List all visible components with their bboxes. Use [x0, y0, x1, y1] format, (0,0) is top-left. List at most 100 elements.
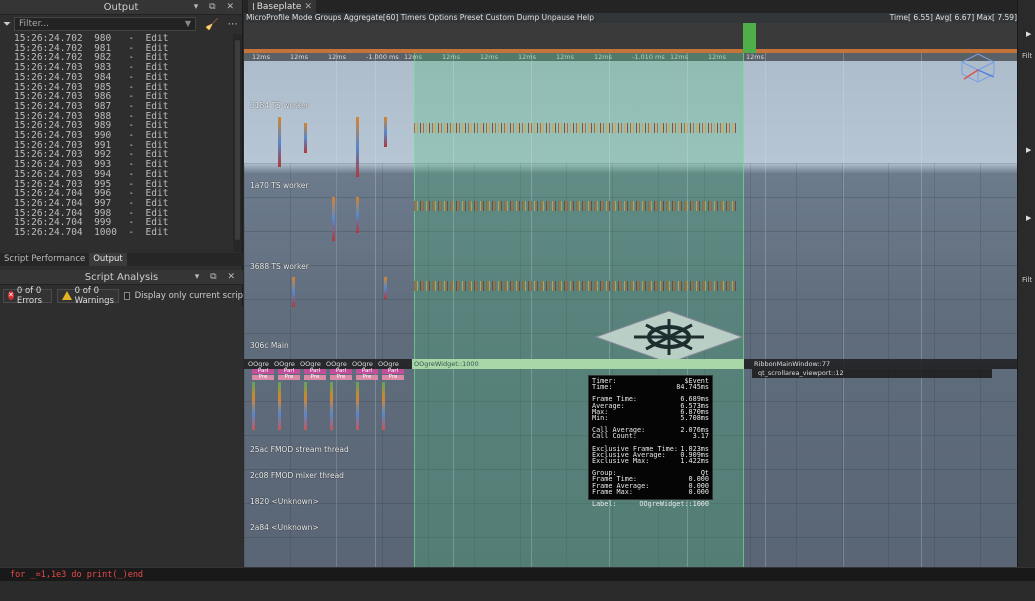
- tooltip-value: 84.745ms: [676, 383, 709, 392]
- tooltip-key: Exclusive Max:: [592, 457, 650, 466]
- filter-label: Filt: [1022, 276, 1033, 284]
- microprofile-menu[interactable]: MicroProfile Mode Groups Aggregate[60] T…: [244, 13, 1017, 23]
- timer-spike[interactable]: [356, 117, 359, 177]
- ogre-widget-bar[interactable]: OOgreWidget::1000: [412, 359, 744, 369]
- pre-marker: Pre: [252, 374, 274, 380]
- tooltip-value: OOgreWidget::1000: [639, 500, 709, 509]
- timeline-tick: 12ms: [290, 53, 308, 61]
- timer-spike[interactable]: [384, 117, 387, 147]
- output-panel-header: Output ▾ ⧉ ✕: [0, 0, 242, 15]
- errors-filter-button[interactable]: ✕ 0 of 0 Errors: [3, 285, 52, 306]
- chevron-down-icon[interactable]: ▼: [185, 18, 191, 30]
- frame-history-strip[interactable]: [244, 23, 1017, 53]
- panel-controls[interactable]: ▾ ⧉ ✕: [194, 0, 238, 15]
- thread-label: 306c Main: [250, 341, 289, 350]
- filter-icon[interactable]: ⏷: [3, 19, 11, 30]
- main-thread-bar[interactable]: OOgre OOgre OOgre OOgre OOgre OOgre OOgreWidg…: [244, 359, 1017, 378]
- timer-spike: [304, 382, 307, 430]
- thread-label: 2c08 FMOD mixer thread: [250, 471, 344, 480]
- filter-row: ⏷ Filter... ▼ 🧹 ⋯: [0, 15, 242, 33]
- grid-line: [765, 53, 766, 567]
- ogre-frame-block[interactable]: Parl Pre: [252, 368, 274, 430]
- timer-spike[interactable]: [332, 197, 335, 241]
- expand-arrow-icon[interactable]: ▶: [1026, 214, 1031, 222]
- thread-label: 1820 <Unknown>: [250, 497, 319, 506]
- panel-controls[interactable]: ▾ ⧉ ✕: [195, 270, 239, 285]
- expand-arrow-icon[interactable]: ▶: [1026, 146, 1031, 154]
- tooltip-value: 5.708ms: [680, 414, 709, 423]
- tooltip-value: 0.000: [688, 487, 709, 496]
- filter-placeholder: Filter...: [19, 19, 50, 29]
- tooltip-value: 1.422ms: [680, 457, 709, 466]
- script-analysis-body: [0, 306, 243, 567]
- grid-line: [921, 53, 922, 567]
- errors-label: 0 of 0 Errors: [16, 285, 43, 306]
- tab-baseplate[interactable]: Baseplate ✕: [248, 0, 316, 13]
- timer-spike[interactable]: [292, 277, 295, 307]
- selected-frame-marker[interactable]: [743, 23, 756, 53]
- thread-track[interactable]: [414, 201, 736, 211]
- close-icon[interactable]: ✕: [304, 2, 312, 12]
- expand-arrow-icon[interactable]: ▶: [1026, 30, 1031, 38]
- error-icon: ✕: [8, 291, 14, 300]
- timer-spike: [330, 382, 333, 430]
- tooltip-key: Min:: [592, 414, 609, 423]
- tooltip-key: Frame Max:: [592, 487, 633, 496]
- log-line: 15:26:24.704 1000 - Edit: [14, 227, 169, 239]
- thread-label: 25ac FMOD stream thread: [250, 445, 349, 454]
- ribbon-window-bar[interactable]: RibbonMainWindow::77: [748, 359, 830, 369]
- script-analysis-title: Script Analysis: [84, 272, 159, 283]
- frame-time-stats: Time[ 6.55] Avg[ 6.67] Max[ 7.59]: [889, 13, 1017, 22]
- scrollarea-bar[interactable]: qt_scrollarea_viewport::12: [752, 369, 992, 378]
- tooltip-key: Time:: [592, 383, 613, 392]
- game-viewport[interactable]: MicroProfile Mode Groups Aggregate[60] T…: [244, 13, 1017, 567]
- timeline-tick: 12ms: [252, 53, 270, 61]
- spawn-location-decal: [594, 310, 744, 364]
- bottom-tabs: Script Performance Output: [0, 253, 243, 266]
- warnings-filter-button[interactable]: 0 of 0 Warnings: [56, 286, 119, 306]
- pre-marker: Pre: [330, 374, 352, 380]
- ogre-frame-block[interactable]: Parl Pre: [278, 368, 300, 430]
- status-area: [0, 581, 1035, 601]
- tab-label: Baseplate: [256, 1, 302, 12]
- output-scrollbar[interactable]: [233, 34, 242, 252]
- microprofile-menu-items[interactable]: MicroProfile Mode Groups Aggregate[60] T…: [246, 13, 594, 22]
- view-cube-icon[interactable]: [956, 51, 1000, 85]
- thread-track[interactable]: [414, 123, 736, 133]
- command-input[interactable]: for _=1,1e3 do print(_)end: [10, 569, 143, 581]
- pre-marker: Pre: [304, 374, 326, 380]
- pre-marker: Pre: [278, 374, 300, 380]
- filter-input[interactable]: Filter... ▼: [14, 17, 196, 31]
- pre-marker: Pre: [382, 374, 404, 380]
- timer-spike[interactable]: [304, 123, 307, 153]
- more-options-icon[interactable]: ⋯: [228, 19, 238, 30]
- timer-spike: [278, 382, 281, 430]
- ogre-frame-block[interactable]: Parl Pre: [382, 368, 404, 430]
- clear-output-icon[interactable]: 🧹: [205, 18, 219, 31]
- timer-tooltip: Timer: $Event Time: 84.745ms Frame Time: 6.68…: [588, 375, 713, 508]
- timeline-tick: 12ms: [746, 53, 764, 61]
- scroll-thumb[interactable]: [235, 40, 240, 240]
- tab-output[interactable]: Output: [89, 253, 127, 266]
- ogre-frame-block[interactable]: Parl Pre: [330, 368, 352, 430]
- grid-line: [843, 53, 844, 567]
- timer-spike[interactable]: [278, 117, 281, 167]
- tooltip-key: Call Count:: [592, 432, 638, 441]
- timer-spike: [356, 382, 359, 430]
- thread-label: 2a84 <Unknown>: [250, 523, 319, 532]
- output-log: 15:26:24.702 980 - Edit 15:26:24.702 981 …: [0, 34, 232, 252]
- ogre-frame-block[interactable]: Parl Pre: [304, 368, 326, 430]
- command-bar[interactable]: for _=1,1e3 do print(_)end: [0, 567, 1035, 581]
- ogre-frame-block[interactable]: Parl Pre: [356, 368, 378, 430]
- grid-line: [375, 53, 376, 567]
- display-only-checkbox[interactable]: [123, 291, 130, 300]
- thread-label: 3688 TS worker: [250, 262, 309, 271]
- tab-script-performance[interactable]: Script Performance: [0, 253, 89, 266]
- script-analysis-header: Script Analysis ▾ ⧉ ✕: [0, 270, 243, 285]
- pre-marker: Pre: [356, 374, 378, 380]
- warning-icon: [61, 291, 72, 300]
- timer-spike[interactable]: [384, 277, 387, 299]
- thread-label: 1a70 TS worker: [250, 181, 309, 190]
- thread-track[interactable]: [414, 281, 736, 291]
- timer-spike[interactable]: [356, 197, 359, 233]
